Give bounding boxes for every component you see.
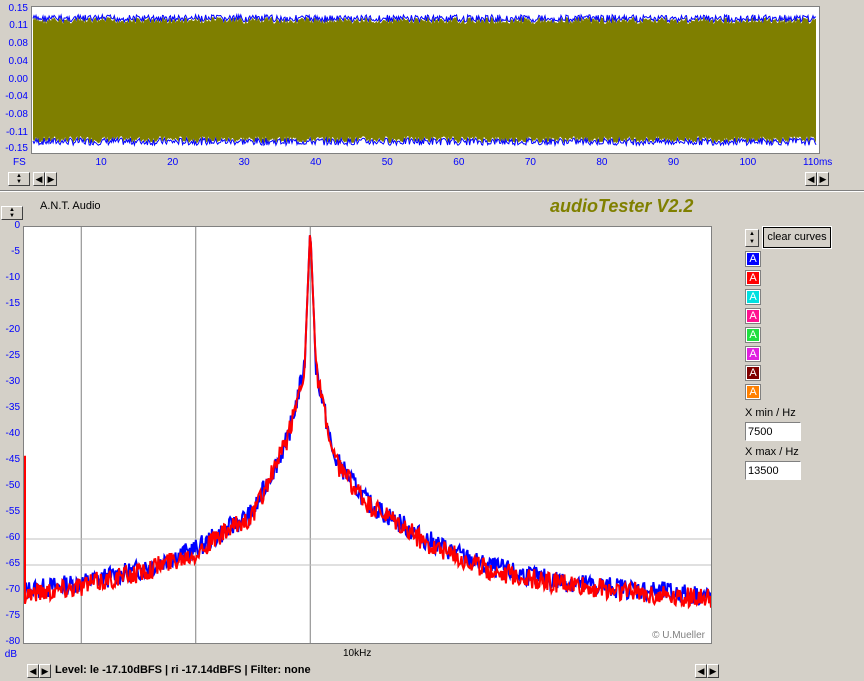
x-tick: 50 [381, 157, 393, 168]
y-tick: 0 [14, 220, 20, 231]
status-text: Level: le -17.10dBFS | ri -17.14dBFS | F… [55, 664, 311, 676]
y-tick: -35 [5, 402, 20, 413]
x-tick: 80 [596, 157, 608, 168]
y-tick: 0.08 [8, 38, 28, 49]
channel-toggle[interactable]: A [745, 289, 761, 305]
audio-device-label: A.N.T. Audio [40, 200, 101, 212]
channel-toggle[interactable]: A [745, 308, 761, 324]
y-tick: -0.11 [5, 127, 28, 138]
time-scroll-left-button[interactable]: ◀ [33, 172, 45, 186]
time-x-start-label: FS [13, 157, 26, 168]
y-tick: -60 [5, 532, 20, 543]
xmin-input[interactable] [745, 422, 801, 441]
channel-toggle[interactable]: A [745, 327, 761, 343]
x-tick: 20 [167, 157, 179, 168]
xmax-input[interactable] [745, 461, 801, 480]
y-tick: -10 [5, 272, 20, 283]
x-tick: 70 [524, 157, 536, 168]
channel-toggle[interactable]: A [745, 365, 761, 381]
y-tick: -30 [5, 376, 20, 387]
y-tick: -65 [5, 558, 20, 569]
y-tick: -0.08 [5, 109, 28, 120]
y-tick: 0.11 [9, 20, 28, 31]
time-end-right-button[interactable]: ▶ [817, 172, 829, 186]
spectrum-y-unit: dB [4, 649, 17, 660]
channel-toggle[interactable]: A [745, 384, 761, 400]
waveform-upper-envelope [32, 12, 817, 24]
x-tick: 90 [667, 157, 680, 168]
y-tick: 0.00 [8, 74, 28, 85]
time-zoom-spinner[interactable]: ▲ ▼ [8, 172, 30, 186]
y-tick: -75 [5, 610, 20, 621]
channel-toggle[interactable]: A [745, 346, 761, 362]
y-tick: 0.04 [8, 56, 28, 67]
x-tick: 30 [238, 157, 250, 168]
status-scroll-right-button[interactable]: ▶ [39, 664, 51, 678]
x-tick: 100 [739, 157, 757, 168]
xmin-label: X min / Hz [745, 407, 796, 419]
y-tick: -25 [5, 350, 20, 361]
x-tick: 40 [310, 157, 322, 168]
spectrum-x-center-label: 10kHz [343, 648, 372, 659]
channel-toggle[interactable]: A [745, 251, 761, 267]
y-tick: -55 [5, 506, 20, 517]
y-tick: -40 [5, 428, 20, 439]
spectrum-zoom-spinner[interactable]: ▲ ▼ [1, 206, 23, 220]
time-x-end-label: 110ms [803, 157, 833, 168]
freq-scroll-left-button[interactable]: ◀ [695, 664, 707, 678]
x-tick: 10 [95, 157, 107, 168]
waveform-area [33, 16, 816, 144]
y-tick: -0.15 [5, 143, 28, 154]
copyright-text: © U.Mueller [652, 630, 705, 641]
y-tick: -70 [5, 584, 20, 595]
xmax-label: X max / Hz [745, 446, 799, 458]
y-tick: -45 [5, 454, 20, 465]
clear-curves-button[interactable]: clear curves [762, 226, 832, 249]
panel-divider [0, 190, 864, 192]
spectrum-left-channel-line [24, 235, 711, 607]
y-tick: -20 [5, 324, 20, 335]
time-end-left-button[interactable]: ◀ [805, 172, 817, 186]
waveform-svg [32, 12, 817, 148]
freq-scroll-right-button[interactable]: ▶ [707, 664, 719, 678]
app-title: audioTester V2.2 [550, 196, 694, 216]
y-tick: -80 [5, 636, 20, 647]
spectrum-right-channel-line [24, 235, 711, 610]
curves-spinner[interactable]: ▲ ▼ [745, 229, 759, 247]
spectrum-svg [24, 227, 711, 643]
time-waveform-plot[interactable] [31, 6, 820, 154]
time-scroll-right-button[interactable]: ▶ [45, 172, 57, 186]
y-tick: -15 [5, 298, 20, 309]
spectrum-plot[interactable]: © U.Mueller [23, 226, 712, 644]
y-tick: -0.04 [5, 91, 28, 102]
status-scroll-left-button[interactable]: ◀ [27, 664, 39, 678]
y-tick: -50 [5, 480, 20, 491]
y-tick: 0.15 [8, 3, 28, 14]
time-y-axis: 0.15 0.11 0.08 0.04 0.00 -0.04 -0.08 -0.… [0, 0, 30, 156]
x-tick: 60 [453, 157, 465, 168]
channel-toggle[interactable]: A [745, 270, 761, 286]
y-tick: -5 [11, 246, 20, 257]
